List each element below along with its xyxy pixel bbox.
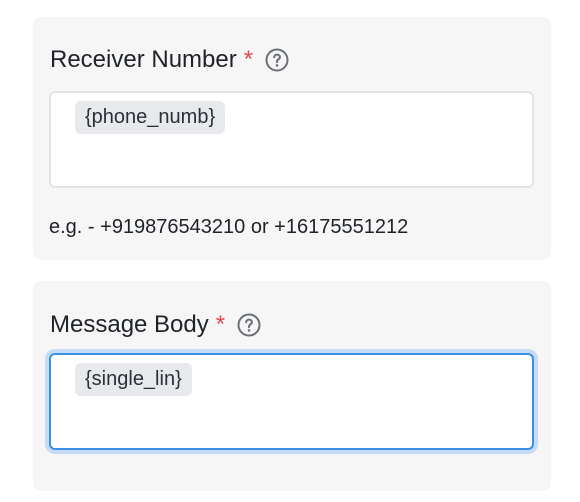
variable-token-chip[interactable]: {single_lin} bbox=[75, 363, 192, 396]
question-circle-icon[interactable] bbox=[265, 48, 289, 72]
required-asterisk: * bbox=[243, 46, 254, 73]
message-body-label: Message Body bbox=[50, 311, 209, 338]
receiver-number-label-row: Receiver Number * bbox=[50, 46, 289, 74]
question-circle-icon[interactable] bbox=[237, 313, 261, 337]
message-body-label-row: Message Body * bbox=[50, 311, 261, 339]
message-body-section: Message Body * {single_lin} bbox=[33, 281, 551, 491]
message-body-input[interactable]: {single_lin} bbox=[49, 353, 534, 450]
receiver-number-input[interactable]: {phone_numb} bbox=[49, 91, 534, 188]
receiver-number-section: Receiver Number * {phone_numb} e.g. - +9… bbox=[33, 17, 551, 260]
receiver-number-label: Receiver Number bbox=[50, 46, 237, 73]
receiver-number-hint: e.g. - +919876543210 or +16175551212 bbox=[49, 216, 409, 238]
variable-token-chip[interactable]: {phone_numb} bbox=[75, 101, 226, 134]
required-asterisk: * bbox=[215, 311, 226, 338]
